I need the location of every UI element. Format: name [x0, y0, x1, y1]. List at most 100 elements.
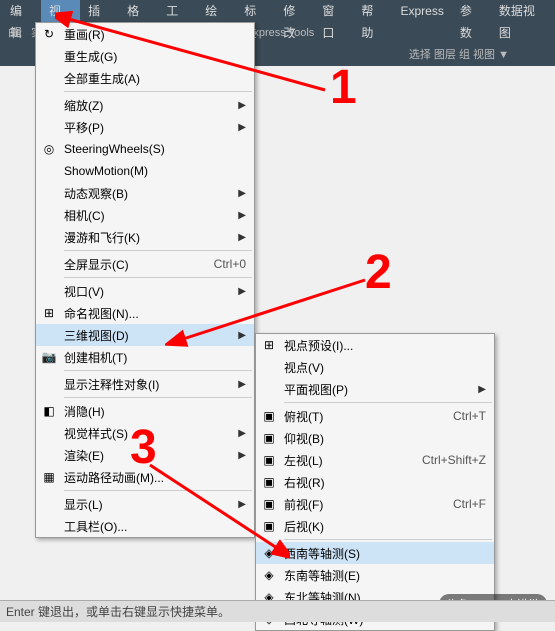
- menu-插入[interactable]: 插入: [80, 0, 119, 22]
- tab-曲[interactable]: 曲: [2, 22, 25, 44]
- menu-label: 动态观察(B): [64, 185, 238, 202]
- menu-帮助[interactable]: 帮助: [353, 0, 392, 22]
- menu-Express[interactable]: Express: [392, 0, 451, 22]
- menu-label: 全屏显示(C): [64, 256, 194, 273]
- menu-label: ShowMotion(M): [64, 164, 246, 178]
- menu-label: 仰视(B): [284, 430, 486, 447]
- 3d-views-submenu: ⊞视点预设(I)...视点(V)平面视图(P)▶▣俯视(T)Ctrl+T▣仰视(…: [255, 333, 495, 631]
- menu-item-ShowMotion(M)[interactable]: ShowMotion(M): [36, 160, 254, 182]
- menu-item-平面视图(P)[interactable]: 平面视图(P)▶: [256, 378, 494, 400]
- menu-item-命名视图(N)...[interactable]: ⊞ 命名视图(N)...: [36, 302, 254, 324]
- menu-item-漫游和飞行(K)[interactable]: 漫游和飞行(K)▶: [36, 226, 254, 248]
- separator: [64, 277, 252, 278]
- menu-格式[interactable]: 格式: [119, 0, 158, 22]
- menu-item-仰视(B)[interactable]: ▣ 仰视(B): [256, 427, 494, 449]
- menu-label: 漫游和飞行(K): [64, 229, 238, 246]
- submenu-arrow-icon: ▶: [238, 379, 246, 390]
- menu-label: 相机(C): [64, 207, 238, 224]
- menu-item-工具栏(O)...[interactable]: 工具栏(O)...: [36, 515, 254, 537]
- menu-item-重生成(G)[interactable]: 重生成(G): [36, 45, 254, 67]
- separator: [64, 490, 252, 491]
- menu-label: 视点(V): [284, 359, 486, 376]
- menu-icon: ▣: [260, 407, 278, 425]
- separator: [64, 250, 252, 251]
- menu-修改[interactable]: 修改: [275, 0, 314, 22]
- shortcut: Ctrl+T: [453, 409, 486, 423]
- menu-label: 左视(L): [284, 452, 402, 469]
- menu-label: 命名视图(N)...: [64, 305, 246, 322]
- menu-item-消隐(H)[interactable]: ◧消隐(H): [36, 400, 254, 422]
- shortcut: Ctrl+Shift+Z: [422, 453, 486, 467]
- menu-绘图[interactable]: 绘图: [197, 0, 236, 22]
- menu-item-视点预设(I)...[interactable]: ⊞视点预设(I)...: [256, 334, 494, 356]
- menu-标注[interactable]: 标注: [236, 0, 275, 22]
- menu-label: 显示(L): [64, 496, 238, 513]
- menu-icon: ⊞: [40, 304, 58, 322]
- submenu-arrow-icon: ▶: [238, 188, 246, 199]
- menu-icon: ◧: [40, 402, 58, 420]
- menu-label: 后视(K): [284, 518, 486, 535]
- annotation-1: 1: [330, 60, 357, 115]
- submenu-arrow-icon: ▶: [238, 286, 246, 297]
- separator: [64, 370, 252, 371]
- submenu-arrow-icon: ▶: [238, 428, 246, 439]
- menu-icon: ◈: [260, 544, 278, 562]
- menu-item-三维视图(D)[interactable]: 三维视图(D)▶: [36, 324, 254, 346]
- menu-视图[interactable]: 视图: [41, 0, 80, 22]
- submenu-arrow-icon: ▶: [238, 232, 246, 243]
- menu-icon: ▣: [260, 473, 278, 491]
- submenu-arrow-icon: ▶: [238, 210, 246, 221]
- submenu-arrow-icon: ▶: [238, 122, 246, 133]
- menu-label: 右视(R): [284, 474, 486, 491]
- menu-item-全部重生成(A)[interactable]: 全部重生成(A): [36, 67, 254, 89]
- menu-参数[interactable]: 参数: [452, 0, 491, 22]
- menu-label: 创建相机(T): [64, 349, 246, 366]
- menu-icon: 📷: [40, 348, 58, 366]
- menu-label: 三维视图(D): [64, 327, 238, 344]
- menu-item-后视(K)[interactable]: ▣ 后视(K): [256, 515, 494, 537]
- menu-item-显示注释性对象(I)[interactable]: 显示注释性对象(I)▶: [36, 373, 254, 395]
- menu-label: 重生成(G): [64, 48, 246, 65]
- menubar: 编辑视图插入格式工具绘图标注修改窗口帮助Express参数数据视图: [0, 0, 555, 22]
- menu-工具[interactable]: 工具: [158, 0, 197, 22]
- menu-item-相机(C)[interactable]: 相机(C)▶: [36, 204, 254, 226]
- menu-item-前视(F)[interactable]: ▣前视(F)Ctrl+F: [256, 493, 494, 515]
- menu-item-SteeringWheels(S)[interactable]: ◎SteeringWheels(S): [36, 138, 254, 160]
- menu-数据视图[interactable]: 数据视图: [491, 0, 553, 22]
- menu-item-视点(V)[interactable]: 视点(V): [256, 356, 494, 378]
- menu-icon: ⊞: [260, 336, 278, 354]
- menu-label: 平面视图(P): [284, 381, 478, 398]
- annotation-3: 3: [130, 420, 157, 475]
- menu-item-显示(L)[interactable]: 显示(L)▶: [36, 493, 254, 515]
- separator: [284, 539, 492, 540]
- menu-label: SteeringWheels(S): [64, 142, 246, 156]
- menu-item-平移(P)[interactable]: 平移(P)▶: [36, 116, 254, 138]
- menu-icon: ▣: [260, 517, 278, 535]
- menu-item-全屏显示(C)[interactable]: 全屏显示(C)Ctrl+0: [36, 253, 254, 275]
- menu-icon: ▣: [260, 429, 278, 447]
- separator: [64, 397, 252, 398]
- shortcut: Ctrl+F: [453, 497, 486, 511]
- menu-icon: ↻: [40, 25, 58, 43]
- panel-label: 选择 图层 组 视图 ▼: [403, 44, 515, 66]
- menu-label: 工具栏(O)...: [64, 518, 246, 535]
- menu-item-俯视(T)[interactable]: ▣俯视(T)Ctrl+T: [256, 405, 494, 427]
- separator: [284, 402, 492, 403]
- menu-label: 重画(R): [64, 26, 246, 43]
- menu-编辑[interactable]: 编辑: [2, 0, 41, 22]
- menu-item-动态观察(B)[interactable]: 动态观察(B)▶: [36, 182, 254, 204]
- separator: [64, 91, 252, 92]
- menu-item-创建相机(T)[interactable]: 📷 创建相机(T): [36, 346, 254, 368]
- menu-item-缩放(Z)[interactable]: 缩放(Z)▶: [36, 94, 254, 116]
- menu-icon: ▣: [260, 451, 278, 469]
- menu-item-东南等轴测(E)[interactable]: ◈东南等轴测(E): [256, 564, 494, 586]
- menu-窗口[interactable]: 窗口: [314, 0, 353, 22]
- menu-item-右视(R)[interactable]: ▣ 右视(R): [256, 471, 494, 493]
- submenu-arrow-icon: ▶: [238, 100, 246, 111]
- menu-item-重画(R)[interactable]: ↻ 重画(R): [36, 23, 254, 45]
- menu-label: 西南等轴测(S): [284, 545, 486, 562]
- menu-item-左视(L)[interactable]: ▣ 左视(L) Ctrl+Shift+Z: [256, 449, 494, 471]
- menu-item-视口(V)[interactable]: 视口(V)▶: [36, 280, 254, 302]
- menu-label: 缩放(Z): [64, 97, 238, 114]
- menu-item-西南等轴测(S)[interactable]: ◈ 西南等轴测(S): [256, 542, 494, 564]
